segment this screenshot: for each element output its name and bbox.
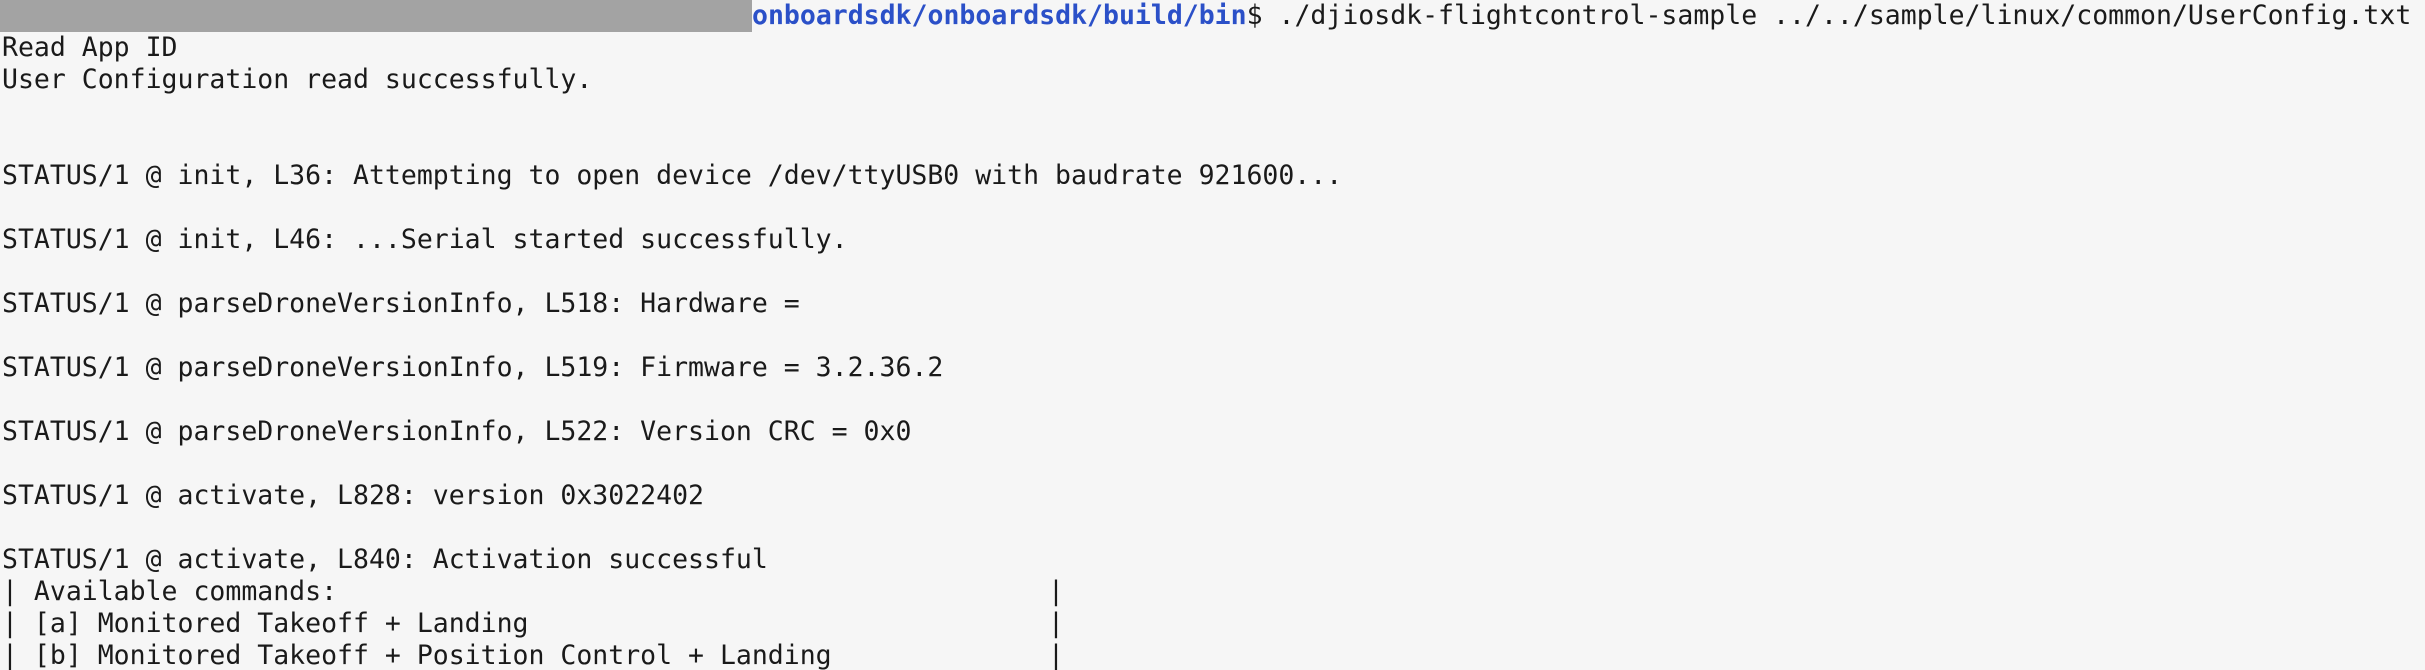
status-line: STATUS/1 @ parseDroneVersionInfo, L518: … [2,288,800,319]
menu-row-text: | [a] Monitored Takeoff + Landing [2,608,529,639]
prompt-line: onboardsdk/onboardsdk/build/bin$ ./djios… [0,0,2412,32]
output-line: User Configuration read successfully. [2,64,593,95]
status-line: STATUS/1 @ init, L46: ...Serial started … [2,224,848,255]
prompt-command: ./djiosdk-flightcontrol-sample ../../sam… [1262,0,2412,31]
redacted-user-host [0,0,752,32]
status-line: STATUS/1 @ init, L36: Attempting to open… [2,160,1343,191]
menu-border-right: | [1048,576,1064,607]
menu-border-right: | [1048,640,1064,670]
menu-row-text: | [b] Monitored Takeoff + Position Contr… [2,640,832,670]
prompt-symbol: $ [1246,0,1263,31]
status-line: STATUS/1 @ activate, L840: Activation su… [2,544,768,575]
prompt-path: onboardsdk/onboardsdk/build/bin [752,0,1247,31]
menu-header-row: | Available commands: | [2,576,1064,608]
terminal-window[interactable]: onboardsdk/onboardsdk/build/bin$ ./djios… [0,0,2425,670]
output-line: Read App ID [2,32,178,63]
menu-option-a: | [a] Monitored Takeoff + Landing | [2,608,1064,640]
menu-border-right: | [1048,608,1064,639]
status-line: STATUS/1 @ parseDroneVersionInfo, L519: … [2,352,944,383]
status-line: STATUS/1 @ activate, L828: version 0x302… [2,480,704,511]
status-line: STATUS/1 @ parseDroneVersionInfo, L522: … [2,416,912,447]
menu-row-text: | Available commands: [2,576,338,607]
menu-option-b: | [b] Monitored Takeoff + Position Contr… [2,640,1064,670]
